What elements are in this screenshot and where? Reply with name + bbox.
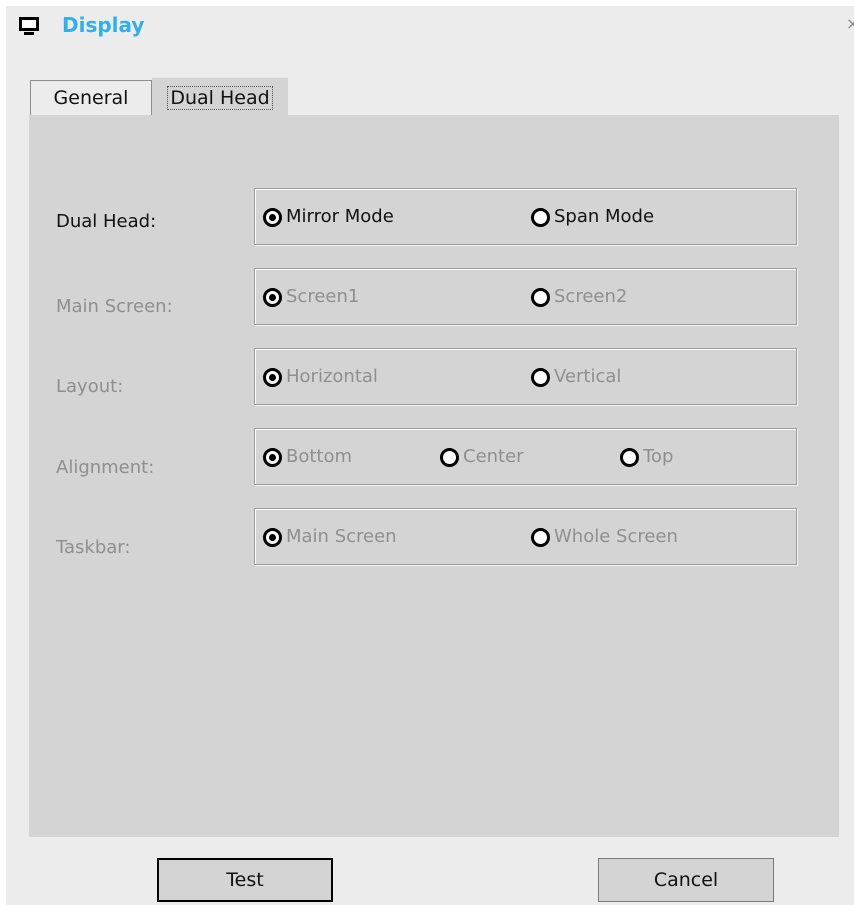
radio-button-icon <box>531 207 550 227</box>
bottom-radio[interactable]: Bottom <box>263 446 352 468</box>
screen2-label: Screen2 <box>554 286 628 307</box>
radio-button-icon <box>263 207 282 227</box>
layout-label: Layout: <box>56 376 124 397</box>
horizontal-radio[interactable]: Horizontal <box>263 366 378 388</box>
test-button[interactable]: Test <box>157 858 333 902</box>
cancel-button[interactable]: Cancel <box>598 858 774 902</box>
horizontal-label: Horizontal <box>286 366 378 387</box>
center-label: Center <box>463 446 524 467</box>
screen2-radio[interactable]: Screen2 <box>531 286 627 308</box>
radio-button-icon <box>263 447 282 467</box>
dual-head-panel: Dual Head: Mirror Mode Span Mode Main Sc… <box>29 115 839 837</box>
alignment-group: Bottom Center Top <box>254 428 797 485</box>
radio-button-icon <box>263 527 282 547</box>
radio-button-icon <box>263 367 282 387</box>
dual-head-group: Mirror Mode Span Mode <box>254 188 797 245</box>
title-bar: Display × <box>6 6 854 44</box>
close-icon[interactable]: × <box>846 16 854 32</box>
screen1-radio[interactable]: Screen1 <box>263 286 359 308</box>
vertical-label: Vertical <box>554 366 622 387</box>
radio-button-icon <box>531 287 550 307</box>
vertical-radio[interactable]: Vertical <box>531 366 621 388</box>
top-radio[interactable]: Top <box>620 446 673 468</box>
tab-dual-head-label: Dual Head <box>167 86 273 110</box>
whole-screen-label: Whole Screen <box>554 526 678 547</box>
radio-button-icon <box>531 367 550 387</box>
span-mode-radio[interactable]: Span Mode <box>531 206 654 228</box>
span-mode-label: Span Mode <box>554 206 655 227</box>
display-dialog: Display × General Dual Head Dual Head: M… <box>6 6 854 905</box>
window-title: Display <box>62 13 145 37</box>
taskbar-group: Main Screen Whole Screen <box>254 508 797 565</box>
mirror-mode-label: Mirror Mode <box>286 206 394 227</box>
radio-button-icon <box>620 447 639 467</box>
main-screen-radio[interactable]: Main Screen <box>263 526 397 548</box>
alignment-label: Alignment: <box>56 457 155 478</box>
main-screen-option-label: Main Screen <box>286 526 397 547</box>
monitor-icon <box>19 17 39 35</box>
tab-dual-head[interactable]: Dual Head <box>152 77 288 116</box>
screen1-label: Screen1 <box>286 286 360 307</box>
dual-head-label: Dual Head: <box>56 211 157 232</box>
layout-group: Horizontal Vertical <box>254 348 797 405</box>
mirror-mode-radio[interactable]: Mirror Mode <box>263 206 394 228</box>
radio-button-icon <box>531 527 550 547</box>
tab-general-label: General <box>53 87 129 109</box>
whole-screen-radio[interactable]: Whole Screen <box>531 526 678 548</box>
radio-button-icon <box>440 447 459 467</box>
taskbar-label: Taskbar: <box>56 537 131 558</box>
tab-general[interactable]: General <box>30 80 152 116</box>
main-screen-group: Screen1 Screen2 <box>254 268 797 325</box>
top-label: Top <box>643 446 674 467</box>
radio-button-icon <box>263 287 282 307</box>
center-radio[interactable]: Center <box>440 446 524 468</box>
bottom-label: Bottom <box>286 446 353 467</box>
main-screen-label: Main Screen: <box>56 296 173 317</box>
